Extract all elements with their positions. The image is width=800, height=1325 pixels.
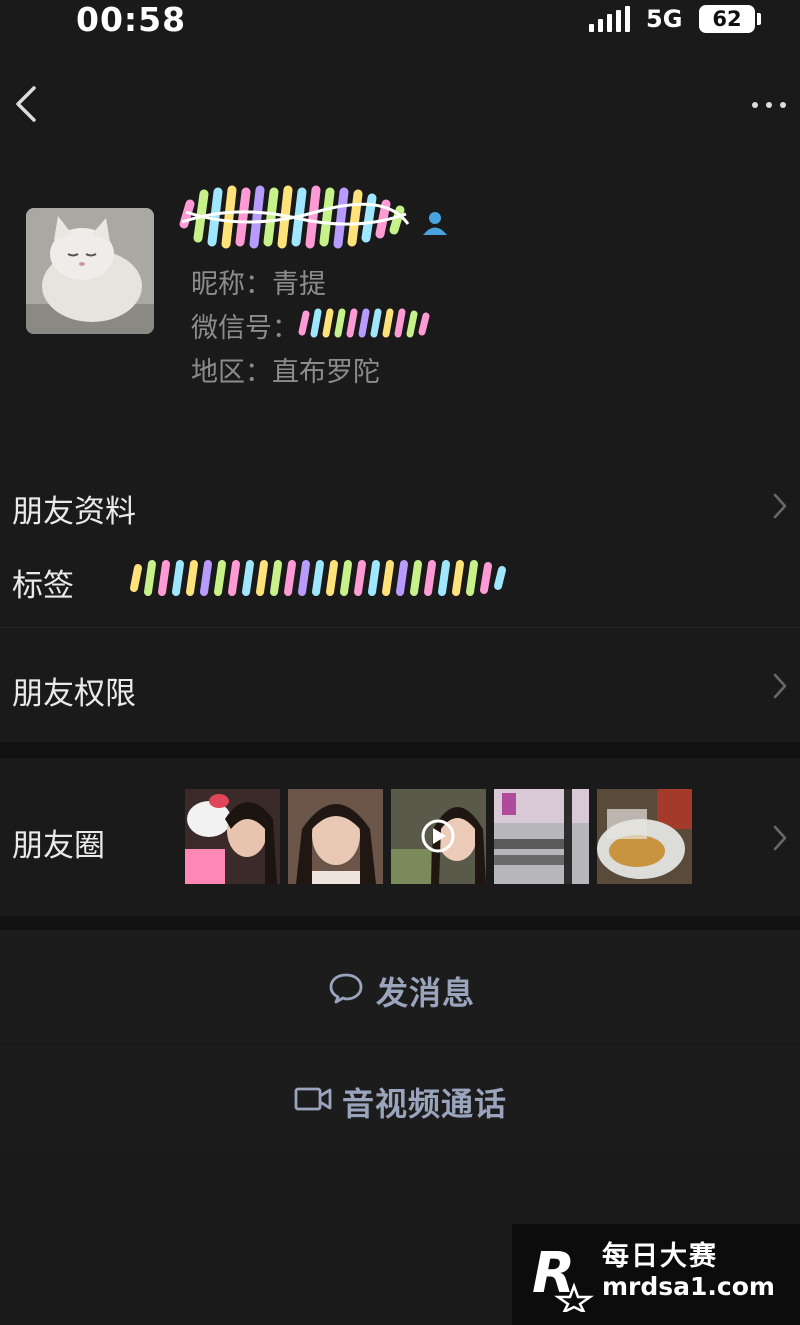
status-time: 00:58 bbox=[76, 0, 187, 39]
moment-thumbnail[interactable] bbox=[391, 789, 486, 884]
signal-icon bbox=[589, 6, 633, 32]
section-gap bbox=[0, 742, 800, 758]
video-call-label: 音视频通话 bbox=[342, 1085, 508, 1123]
chevron-right-icon bbox=[773, 493, 787, 519]
avatar[interactable] bbox=[26, 208, 154, 334]
friend-status-icon bbox=[423, 212, 447, 235]
tags-redacted bbox=[130, 560, 506, 596]
friend-permissions-row[interactable]: 朋友权限 bbox=[0, 628, 800, 742]
more-button[interactable] bbox=[748, 92, 790, 116]
region-value: 直布罗陀 bbox=[272, 357, 380, 388]
video-call-button[interactable]: 音视频通话 bbox=[0, 1045, 800, 1153]
moments-label: 朋友圈 bbox=[12, 828, 105, 864]
battery-tip bbox=[757, 13, 761, 25]
photo-thumbnail-icon bbox=[185, 789, 280, 884]
photo-thumbnail-icon bbox=[597, 789, 692, 884]
wechat-id-line: 微信号： bbox=[191, 306, 299, 345]
contact-profile-page: 00:58 5G 62 昵称：青提 微信号： 地区：直布罗陀 朋友资料 标签 朋… bbox=[0, 0, 800, 1325]
moment-thumbnail[interactable] bbox=[494, 789, 589, 884]
region-line: 地区：直布罗陀 bbox=[191, 350, 380, 389]
status-bar: 00:58 5G 62 bbox=[0, 0, 800, 46]
moment-thumbnail[interactable] bbox=[597, 789, 692, 884]
remark-name-redacted bbox=[179, 185, 410, 249]
battery-icon: 62 bbox=[699, 5, 755, 33]
back-button[interactable] bbox=[8, 84, 44, 124]
friend-info-label: 朋友资料 bbox=[12, 494, 136, 530]
watermark: R 每日大赛 mrdsa1.com bbox=[512, 1224, 800, 1325]
send-message-label: 发消息 bbox=[376, 974, 476, 1012]
moment-thumbnail[interactable] bbox=[185, 789, 280, 884]
wechat-id-redacted bbox=[298, 308, 430, 338]
watermark-logo: R bbox=[532, 1241, 594, 1312]
photo-thumbnail-icon bbox=[494, 789, 589, 884]
chevron-right-icon bbox=[773, 825, 787, 851]
chat-bubble-icon bbox=[329, 973, 363, 1004]
network-type: 5G bbox=[646, 5, 683, 33]
video-thumbnail-icon bbox=[391, 789, 486, 884]
section-gap bbox=[0, 916, 800, 930]
photo-thumbnail-icon bbox=[288, 789, 383, 884]
friend-permissions-label: 朋友权限 bbox=[12, 676, 136, 712]
chevron-right-icon bbox=[773, 673, 787, 699]
wechat-id-label: 微信号： bbox=[191, 313, 299, 344]
nickname-value: 青提 bbox=[272, 269, 326, 300]
cat-avatar bbox=[26, 208, 154, 334]
watermark-title: 每日大赛 bbox=[602, 1241, 718, 1272]
watermark-url: mrdsa1.com bbox=[602, 1272, 775, 1301]
nickname-line: 昵称：青提 bbox=[191, 262, 326, 301]
send-message-button[interactable]: 发消息 bbox=[0, 930, 800, 1044]
more-dots-icon bbox=[752, 102, 758, 108]
friend-info-row[interactable]: 朋友资料 bbox=[0, 462, 800, 546]
video-camera-icon bbox=[294, 1087, 332, 1111]
tags-label: 标签 bbox=[12, 568, 74, 604]
moment-thumbnail[interactable] bbox=[288, 789, 383, 884]
nickname-label: 昵称： bbox=[191, 269, 272, 300]
region-label: 地区： bbox=[191, 357, 272, 388]
chevron-left-icon bbox=[16, 86, 36, 122]
